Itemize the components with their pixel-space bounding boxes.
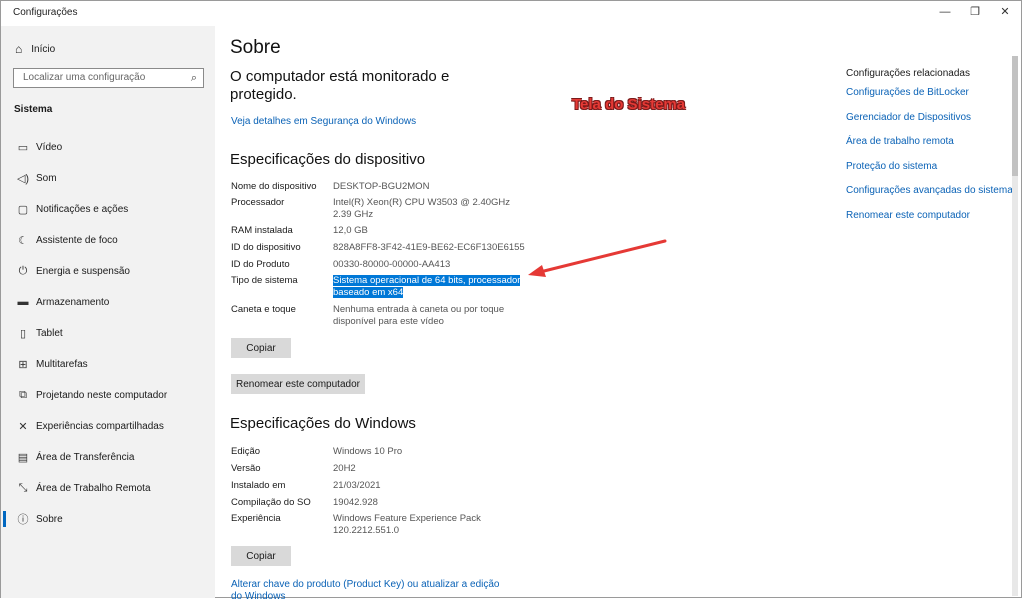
remote-desktop-link[interactable]: Área de trabalho remota: [846, 136, 1016, 147]
spec-value: Intel(R) Xeon(R) CPU W3503 @ 2.40GHz 2.3…: [333, 197, 511, 220]
sidebar-item-remote-desktop[interactable]: ⤡ Área de Trabalho Remota: [1, 475, 215, 501]
power-icon: ⏻: [18, 264, 28, 277]
spec-value: 828A8FF8-3F42-41E9-BE62-EC6F130E6155: [333, 242, 525, 253]
page-title: Sobre: [230, 37, 281, 58]
sidebar-item-label: Som: [36, 172, 57, 184]
spec-label: Instalado em: [231, 480, 286, 491]
rename-computer-link[interactable]: Renomear este computador: [846, 210, 1016, 221]
search-input[interactable]: Localizar uma configuração: [23, 72, 145, 83]
spec-label: ID do Produto: [231, 259, 290, 270]
spec-value: 19042.928: [333, 497, 378, 508]
sidebar-item-focus-assist[interactable]: ☾ Assistente de foco: [1, 227, 215, 253]
windows-specs-heading: Especificações do Windows: [230, 415, 416, 432]
spec-label: Compilação do SO: [231, 497, 311, 508]
sidebar-item-storage[interactable]: ▬ Armazenamento: [1, 289, 215, 315]
sidebar-item-label: Área de Transferência: [36, 451, 135, 463]
sidebar-item-shared-experiences[interactable]: ✕ Experiências compartilhadas: [1, 413, 215, 439]
spec-label: Edição: [231, 446, 261, 457]
device-manager-link[interactable]: Gerenciador de Dispositivos: [846, 112, 1016, 123]
spec-label: Experiência: [231, 513, 281, 524]
sidebar-item-label: Tablet: [36, 327, 63, 339]
spec-value: 12,0 GB: [333, 225, 368, 236]
sidebar-item-notifications[interactable]: ▢ Notificações e ações: [1, 196, 215, 222]
spec-label: Versão: [231, 463, 261, 474]
bitlocker-link[interactable]: Configurações de BitLocker: [846, 87, 1016, 98]
system-type-value[interactable]: Sistema operacional de 64 bits, processa…: [333, 275, 523, 299]
sidebar-item-video[interactable]: ▭ Vídeo: [1, 134, 215, 160]
spec-label: RAM instalada: [231, 225, 293, 236]
app-title: Configurações: [13, 7, 78, 18]
sidebar-item-tablet[interactable]: ▯ Tablet: [1, 320, 215, 346]
storage-icon: ▬: [17, 296, 29, 308]
spec-value: Windows Feature Experience Pack 120.2212…: [333, 513, 481, 536]
spec-value: 00330-80000-00000-AA413: [333, 259, 451, 270]
sidebar-item-power[interactable]: ⏻ Energia e suspensão: [1, 258, 215, 284]
sidebar-item-label: Multitarefas: [36, 358, 88, 370]
scrollbar-thumb[interactable]: [1012, 56, 1018, 176]
sidebar: ⌂ Início Localizar uma configuração ⌕ Si…: [1, 26, 215, 598]
copy-windows-specs-button[interactable]: Copiar: [231, 546, 291, 566]
notification-icon: ▢: [17, 203, 29, 216]
sidebar-item-label: Experiências compartilhadas: [36, 420, 164, 432]
sidebar-home[interactable]: ⌂ Início: [15, 42, 55, 56]
spec-value: DESKTOP-BGU2MON: [333, 181, 430, 192]
spec-value: Nenhuma entrada à caneta ou por toque di…: [333, 304, 505, 327]
moon-icon: ☾: [18, 234, 28, 247]
protection-status: O computador está monitorado e protegido…: [230, 68, 450, 103]
related-settings-title: Configurações relacionadas: [846, 68, 970, 79]
annotation-label: Tela do Sistema: [572, 96, 686, 113]
sidebar-home-label: Início: [31, 43, 56, 55]
sidebar-item-clipboard[interactable]: ▤ Área de Transferência: [1, 444, 215, 470]
security-link[interactable]: Veja detalhes em Segurança do Windows: [231, 116, 416, 127]
annotation-arrow: [528, 239, 667, 277]
search-box[interactable]: Localizar uma configuração ⌕: [13, 68, 204, 88]
sidebar-item-sound[interactable]: ◁) Som: [1, 165, 215, 191]
spec-label: ID do dispositivo: [231, 242, 301, 253]
shared-icon: ✕: [18, 420, 28, 433]
scrollbar[interactable]: [1012, 56, 1018, 596]
copy-device-specs-button[interactable]: Copiar: [231, 338, 291, 358]
speaker-icon: ◁): [16, 172, 30, 185]
minimize-button[interactable]: —: [936, 4, 954, 20]
home-icon: ⌂: [15, 42, 23, 56]
search-icon[interactable]: ⌕: [191, 72, 197, 85]
sidebar-item-label: Vídeo: [36, 141, 63, 153]
sidebar-item-label: Sobre: [36, 513, 63, 525]
system-protection-link[interactable]: Proteção do sistema: [846, 161, 1016, 172]
spec-value: 21/03/2021: [333, 480, 381, 491]
info-icon: ⓘ: [17, 514, 29, 526]
sidebar-item-label: Armazenamento: [36, 296, 110, 308]
spec-value: 20H2: [333, 463, 356, 474]
sidebar-item-multitasking[interactable]: ⊞ Multitarefas: [1, 351, 215, 377]
remote-icon: ⤡: [18, 481, 28, 494]
display-icon: ▭: [17, 141, 29, 154]
advanced-system-settings-link[interactable]: Configurações avançadas do sistema: [846, 185, 1016, 196]
sidebar-section-title: Sistema: [14, 104, 53, 115]
selected-text: Sistema operacional de 64 bits, processa…: [333, 275, 521, 298]
tablet-icon: ▯: [19, 327, 27, 340]
clipboard-icon: ▤: [17, 451, 29, 464]
projector-icon: ⧉: [19, 388, 27, 401]
spec-label: Caneta e toque: [231, 304, 296, 315]
sidebar-item-label: Energia e suspensão: [36, 265, 130, 277]
close-button[interactable]: ✕: [996, 4, 1014, 20]
rename-pc-button[interactable]: Renomear este computador: [231, 374, 365, 394]
multitask-icon: ⊞: [18, 358, 28, 371]
spec-label: Nome do dispositivo: [231, 181, 317, 192]
sidebar-item-label: Área de Trabalho Remota: [36, 482, 151, 494]
sidebar-item-label: Notificações e ações: [36, 203, 129, 215]
device-specs-heading: Especificações do dispositivo: [230, 151, 426, 168]
sidebar-item-label: Projetando neste computador: [36, 389, 168, 401]
sidebar-item-projecting[interactable]: ⧉ Projetando neste computador: [1, 382, 215, 408]
main-content: Sobre O computador está monitorado e pro…: [215, 26, 815, 602]
spec-label: Processador: [231, 197, 285, 208]
sidebar-item-label: Assistente de foco: [36, 234, 118, 246]
restore-button[interactable]: ❐: [966, 4, 984, 20]
spec-label: Tipo de sistema: [231, 275, 298, 286]
spec-value: Windows 10 Pro: [333, 446, 403, 457]
title-bar: Configurações — ❐ ✕: [0, 0, 1024, 26]
related-settings: Configurações relacionadas Configurações…: [846, 68, 1016, 234]
sidebar-item-about[interactable]: ⓘ Sobre: [1, 506, 215, 532]
product-key-link[interactable]: Alterar chave do produto (Product Key) o…: [231, 579, 511, 603]
